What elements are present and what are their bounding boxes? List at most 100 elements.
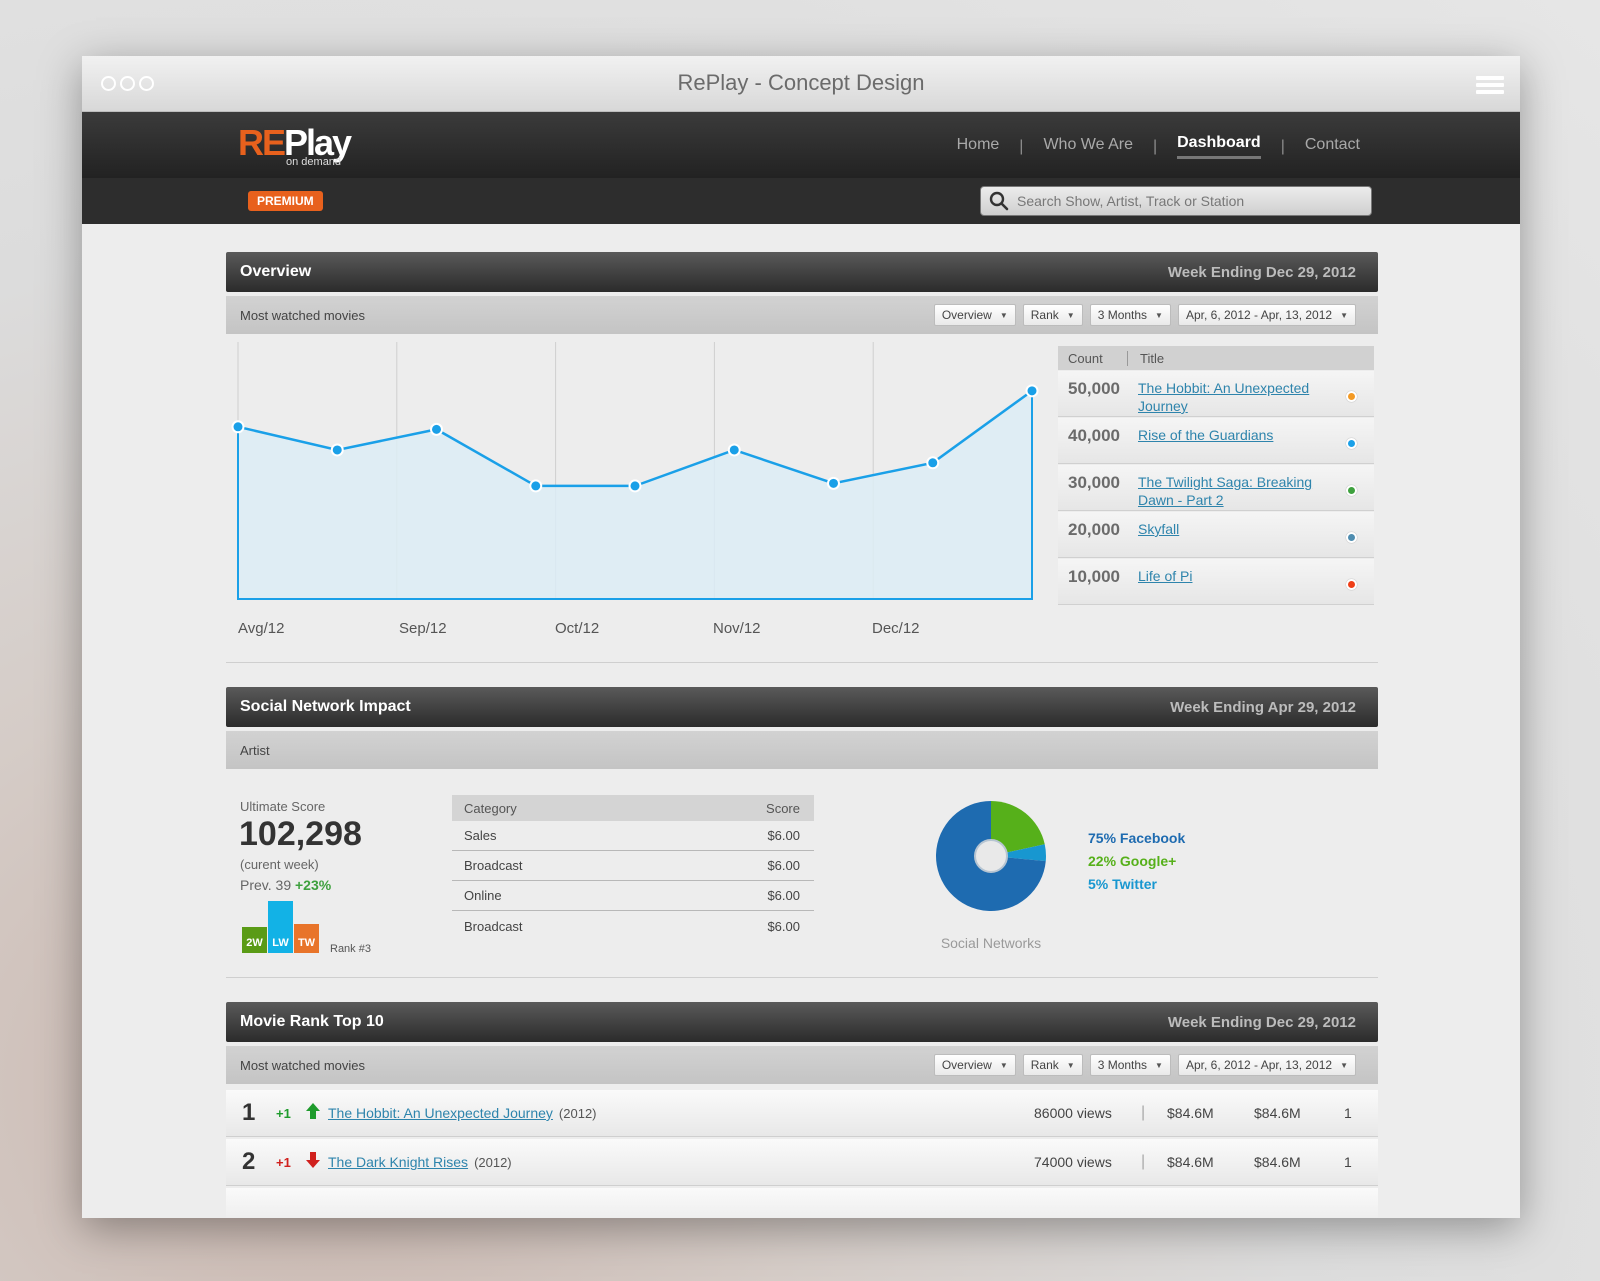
category-score: $6.00 — [767, 858, 800, 873]
series-color-dot — [1346, 438, 1357, 449]
count-table-row: 20,000 Skyfall — [1058, 512, 1374, 558]
social-toolbar: Artist — [226, 731, 1378, 769]
premium-badge: PREMIUM — [248, 191, 323, 211]
chevron-down-icon: ▼ — [999, 310, 1008, 320]
movie-title-link[interactable]: The Hobbit: An Unexpected Journey — [328, 1105, 553, 1121]
legend-twitter: 5% Twitter — [1088, 876, 1157, 892]
nav-separator: | — [1280, 137, 1285, 155]
nav-who-we-are[interactable]: Who We Are — [1043, 136, 1133, 158]
nav-separator: | — [1152, 137, 1158, 155]
view-select[interactable]: Overview ▼ — [933, 1054, 1016, 1076]
rank-row: 2 +1 The Dark Knight Rises (2012) 74000 … — [226, 1139, 1378, 1186]
nav-dashboard[interactable]: Dashboard — [1177, 134, 1261, 159]
rank-filters: Overview ▼ Rank ▼ 3 Months ▼ Apr, 6, 2012 -… — [933, 1054, 1356, 1076]
data-point — [628, 479, 642, 493]
rank-select[interactable]: Rank ▼ — [1022, 304, 1083, 326]
hamburger-menu-icon[interactable] — [1476, 76, 1504, 97]
movie-title-link[interactable]: The Twilight Saga: Breaking Dawn - Part … — [1138, 473, 1338, 509]
social-body: Ultimate Score 102,298 (curent week) Pre… — [226, 769, 1378, 977]
count-table-row: 40,000 Rise of the Guardians — [1058, 418, 1374, 464]
date-range-select[interactable]: Apr, 6, 2012 - Apr, 13, 2012 ▼ — [1177, 1054, 1356, 1076]
data-point — [330, 443, 344, 457]
bar-label: TW — [297, 937, 316, 949]
movie-count: 50,000 — [1068, 379, 1120, 398]
bar-tw: TW — [294, 924, 319, 953]
title-column-header: Title — [1140, 350, 1165, 366]
chevron-down-icon: ▼ — [1155, 310, 1163, 320]
count-table-row: 30,000 The Twilight Saga: Breaking Dawn … — [1058, 465, 1374, 511]
previous-value: Prev. 39 — [240, 877, 292, 893]
rank-select-value: Rank — [1030, 1058, 1059, 1072]
period-select[interactable]: 3 Months ▼ — [1089, 1054, 1171, 1076]
chevron-down-icon: ▼ — [1155, 1060, 1163, 1070]
data-point — [231, 420, 245, 434]
category-row: Online $6.00 — [452, 881, 814, 911]
period-select[interactable]: 3 Months ▼ — [1089, 304, 1171, 326]
bar-label: 2W — [246, 937, 263, 949]
data-point — [1025, 384, 1039, 398]
column-separator: | — [1141, 1153, 1146, 1170]
date-range-value: Apr, 6, 2012 - Apr, 13, 2012 — [1185, 1058, 1333, 1072]
movie-title-link[interactable]: The Dark Knight Rises — [328, 1154, 468, 1170]
x-tick-label: Dec/12 — [872, 620, 920, 637]
movie-title-link[interactable]: Rise of the Guardians — [1138, 426, 1338, 444]
views-area-chart — [231, 342, 1039, 600]
count-table: Count Title 50,000 The Hobbit: An Unexpe… — [1058, 346, 1374, 605]
weeks-value: 1 — [1344, 1154, 1352, 1170]
pie-center — [974, 839, 1008, 873]
dashboard-content: Overview Week Ending Dec 29, 2012 Most w… — [226, 252, 1378, 1218]
score-note: (curent week) — [240, 857, 319, 872]
category-name: Broadcast — [464, 858, 523, 873]
x-axis-labels: Avg/12 Sep/12 Oct/12 Nov/12 Dec/12 — [226, 620, 1046, 640]
data-point — [727, 443, 741, 457]
category-table: Category Score Sales $6.00 Broadcast $6.00… — [452, 795, 814, 941]
data-point — [529, 479, 543, 493]
chevron-down-icon: ▼ — [1066, 1060, 1075, 1070]
category-name: Online — [464, 888, 502, 903]
score-change: +23% — [295, 877, 332, 893]
count-table-header: Count Title — [1058, 346, 1374, 370]
social-title: Social Network Impact — [240, 698, 411, 715]
bar-lw: LW — [268, 901, 293, 953]
search-icon — [989, 191, 1009, 211]
window-title: RePlay - Concept Design — [677, 70, 925, 95]
weeks-value: 1 — [1344, 1105, 1352, 1121]
count-column-header: Count — [1058, 350, 1128, 366]
nav-contact[interactable]: Contact — [1305, 136, 1360, 158]
sub-bar: PREMIUM — [82, 178, 1520, 224]
chevron-down-icon: ▼ — [1340, 1060, 1348, 1070]
search-box[interactable] — [980, 186, 1372, 216]
rank-label: Rank #3 — [330, 943, 371, 955]
pie-title: Social Networks — [940, 935, 1042, 951]
movie-title-link[interactable]: Skyfall — [1138, 520, 1338, 538]
overview-title: Overview — [240, 263, 312, 280]
ultimate-score: 102,298 — [239, 815, 362, 853]
gross-value: $84.6M — [1254, 1105, 1301, 1121]
legend-facebook: 75% Facebook — [1088, 830, 1186, 846]
category-row: Sales $6.00 — [452, 821, 814, 851]
search-input[interactable] — [1017, 193, 1357, 209]
title-bar: RePlay - Concept Design — [82, 56, 1520, 112]
logo-subtitle: on demand — [286, 156, 342, 168]
pie-legend: 75% Facebook 22% Google+ 5% Twitter — [1088, 827, 1185, 896]
date-range-select[interactable]: Apr, 6, 2012 - Apr, 13, 2012 ▼ — [1177, 304, 1356, 326]
nav-home[interactable]: Home — [957, 136, 1000, 158]
rank-header: Movie Rank Top 10 Week Ending Dec 29, 20… — [226, 1002, 1378, 1042]
movie-count: 30,000 — [1068, 473, 1120, 492]
overview-toolbar: Most watched movies Overview ▼ Rank ▼ 3 Mo… — [226, 296, 1378, 334]
overview-subtitle: Most watched movies — [240, 307, 365, 323]
score-column-header: Score — [766, 800, 800, 816]
rank-number: 1 — [242, 1099, 256, 1126]
nav-separator: | — [1019, 137, 1024, 155]
rank-select[interactable]: Rank ▼ — [1022, 1054, 1083, 1076]
logo-re: RE — [238, 122, 286, 163]
chevron-down-icon: ▼ — [999, 1060, 1008, 1070]
series-color-dot — [1346, 391, 1357, 402]
date-range-value: Apr, 6, 2012 - Apr, 13, 2012 — [1185, 308, 1333, 322]
movie-title-link[interactable]: The Hobbit: An Unexpected Journey — [1138, 379, 1338, 415]
rank-number: 2 — [242, 1148, 256, 1175]
view-select[interactable]: Overview ▼ — [933, 304, 1016, 326]
period-select-value: 3 Months — [1097, 1058, 1148, 1072]
rank-toolbar: Most watched movies Overview ▼ Rank ▼ 3 Mo… — [226, 1046, 1378, 1084]
movie-title-link[interactable]: Life of Pi — [1138, 567, 1338, 585]
